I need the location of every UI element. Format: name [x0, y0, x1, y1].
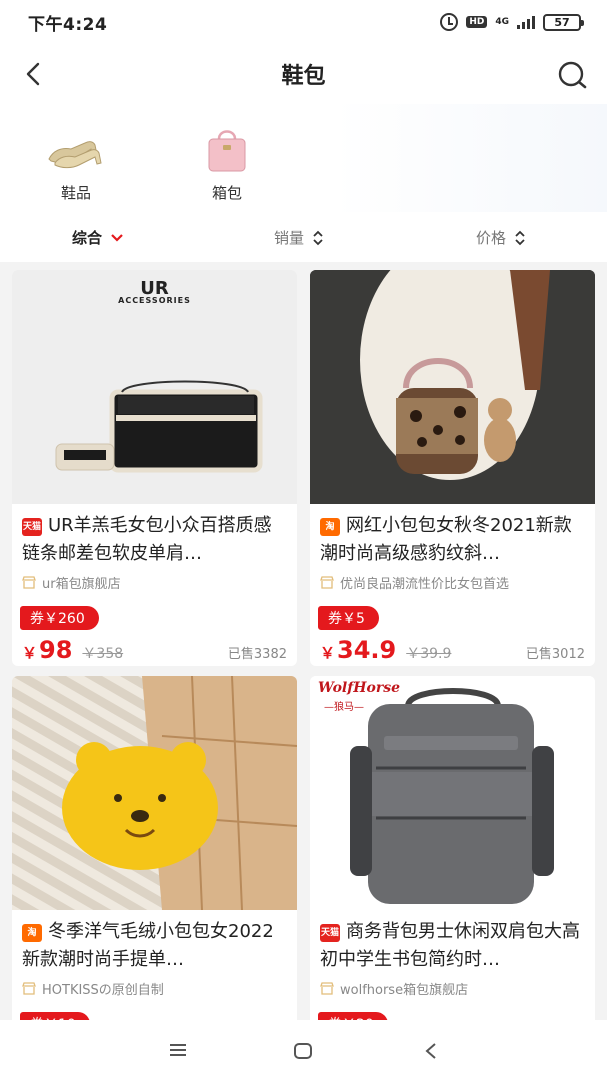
- coupon-badge: 券￥260: [20, 606, 99, 630]
- sort-bar: 综合 销量 价格: [0, 212, 607, 262]
- watermark-logo-icon: [453, 1020, 489, 1052]
- category-bar: 鞋品 箱包: [0, 104, 607, 212]
- product-title: 天猫 UR羊羔毛女包小众百搭质感链条邮差包软皮单肩…: [22, 515, 272, 564]
- price-row: ￥ 98 ￥358 已售3382: [12, 630, 297, 664]
- signal-icon: [517, 15, 535, 29]
- home-icon[interactable]: [293, 1042, 313, 1060]
- price-row: ￥ 34.9 ￥39.9 已售3012: [310, 630, 595, 664]
- store-name: wolfhorse箱包旗舰店: [340, 982, 469, 998]
- sort-toggle-icon: [313, 230, 323, 245]
- sort-toggle-icon: [515, 230, 525, 245]
- store-row[interactable]: ur箱包旗舰店: [12, 570, 297, 594]
- original-price: ￥39.9: [406, 646, 452, 662]
- store-name: 优尚良品潮流性价比女包首选: [340, 576, 510, 592]
- status-bar: 下午4:24 HD 4G 57: [0, 0, 607, 44]
- price: 34.9: [337, 636, 397, 664]
- sold-count: 已售3382: [227, 647, 287, 662]
- sort-label: 综合: [72, 229, 103, 247]
- store-row[interactable]: 优尚良品潮流性价比女包首选: [310, 570, 595, 594]
- product-title: 天猫 商务背包男士休闲双肩包大高初中学生书包简约时…: [320, 921, 580, 970]
- title-bar: 鞋包: [0, 44, 607, 104]
- tmall-badge: 天猫: [22, 518, 42, 536]
- product-image: WolfHorse —狼马—: [310, 676, 595, 910]
- taobao-badge: 淘: [320, 518, 340, 536]
- product-image: UR ACCESSORIES: [12, 270, 297, 504]
- price: 98: [39, 636, 73, 664]
- sort-sales[interactable]: 销量: [274, 227, 324, 248]
- store-row[interactable]: wolfhorse箱包旗舰店: [310, 976, 595, 1000]
- heels-icon: [31, 124, 121, 174]
- search-icon[interactable]: [557, 60, 587, 90]
- store-name: HOTKISSの原创自制: [42, 982, 164, 998]
- store-row[interactable]: HOTKISSの原创自制: [12, 976, 297, 1000]
- store-icon: [320, 981, 334, 995]
- sort-label: 价格: [476, 229, 507, 247]
- original-price: ￥358: [82, 646, 124, 662]
- network-type: 4G: [495, 16, 509, 27]
- sort-label: 销量: [274, 229, 305, 247]
- taobao-badge: 淘: [22, 924, 42, 942]
- battery-level: 57: [554, 15, 570, 29]
- status-icons: HD 4G 57: [440, 13, 584, 31]
- handbag-icon: [182, 124, 272, 174]
- chevron-down-icon: [111, 233, 123, 242]
- product-image: [12, 676, 297, 910]
- battery-icon: 57: [543, 13, 584, 31]
- sort-comprehensive[interactable]: 综合: [72, 227, 124, 248]
- category-label: 箱包: [211, 184, 242, 202]
- sort-price[interactable]: 价格: [476, 227, 526, 248]
- coupon-badge: 券￥10: [20, 1012, 90, 1020]
- product-image: [310, 270, 595, 504]
- alarm-icon: [440, 13, 459, 31]
- currency-symbol: ￥: [22, 644, 38, 662]
- back-icon[interactable]: [424, 1042, 438, 1060]
- product-title: 淘冬季洋气毛绒小包包女2022新款潮时尚手提单…: [22, 921, 274, 970]
- back-arrow-icon[interactable]: [22, 62, 46, 86]
- hd-icon: HD: [466, 16, 488, 28]
- sold-count: 已售3012: [525, 647, 585, 662]
- store-icon: [22, 981, 36, 995]
- product-card[interactable]: UR ACCESSORIES 天猫 UR羊羔毛女包小众百搭质感链条邮差包软皮单肩……: [12, 270, 297, 666]
- category-bags[interactable]: 箱包: [182, 124, 272, 203]
- product-card[interactable]: WolfHorse —狼马— 天猫 商务背包男士休闲双肩包大高初中学生书包简约时……: [310, 676, 595, 1020]
- store-icon: [22, 575, 36, 589]
- coupon-badge: 券￥20: [318, 1012, 388, 1020]
- category-label: 鞋品: [60, 184, 91, 202]
- product-title: 淘网红小包包女秋冬2021新款潮时尚高级感豹纹斜…: [320, 515, 572, 564]
- menu-icon[interactable]: [168, 1042, 188, 1058]
- product-card[interactable]: 淘冬季洋气毛绒小包包女2022新款潮时尚手提单… HOTKISSの原创自制 券￥…: [12, 676, 297, 1020]
- store-name: ur箱包旗舰店: [42, 576, 121, 592]
- coupon-badge: 券￥5: [318, 606, 379, 630]
- product-card[interactable]: 淘网红小包包女秋冬2021新款潮时尚高级感豹纹斜… 优尚良品潮流性价比女包首选 …: [310, 270, 595, 666]
- currency-symbol: ￥: [320, 644, 336, 662]
- tmall-badge: 天猫: [320, 924, 340, 942]
- watermark-subtext: Rengwan Games: [501, 1047, 592, 1058]
- watermark: 仍玩游戏 Rengwan Games: [447, 1012, 597, 1058]
- category-shoes[interactable]: 鞋品: [31, 124, 121, 203]
- page-title: 鞋包: [281, 64, 326, 89]
- store-icon: [320, 575, 334, 589]
- status-time: 下午4:24: [28, 14, 108, 35]
- watermark-text: 仍玩游戏: [501, 1018, 597, 1046]
